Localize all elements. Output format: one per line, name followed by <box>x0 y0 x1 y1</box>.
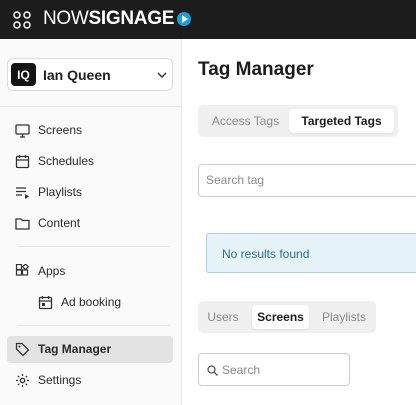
sidebar-item-label: Apps <box>38 264 66 278</box>
entity-tabs: Users Screens Playlists <box>198 301 376 333</box>
sidebar-item-label: Screens <box>38 123 83 137</box>
logo[interactable]: NOWSIGNAGE <box>43 8 192 29</box>
play-icon <box>177 12 192 26</box>
top-bar: NOWSIGNAGE <box>0 0 416 39</box>
search-tag-field[interactable] <box>198 164 416 197</box>
sidebar-item-label: Tag Manager <box>38 342 112 356</box>
sidebar: IQ Ian Queen Screens Schedules Playlists… <box>0 39 182 405</box>
tab-access-tags[interactable]: Access Tags <box>202 109 289 133</box>
avatar: IQ <box>11 63 36 86</box>
sidebar-item-label: Ad booking <box>61 295 122 309</box>
monitor-icon <box>15 124 30 138</box>
search-input[interactable] <box>222 363 342 377</box>
sidebar-item-label: Settings <box>38 373 82 387</box>
chevron-down-icon <box>157 72 167 78</box>
sidebar-divider <box>0 106 182 107</box>
search-icon <box>207 365 218 376</box>
sidebar-divider <box>18 325 170 326</box>
gear-icon <box>16 374 29 387</box>
sidebar-item-screens[interactable]: Screens <box>7 117 173 144</box>
sidebar-divider <box>18 246 170 247</box>
sidebar-item-label: Playlists <box>38 185 83 199</box>
page-title: Tag Manager <box>198 59 314 80</box>
folder-icon <box>15 218 30 230</box>
logo-text-bold: SIGNAGE <box>88 8 175 29</box>
sidebar-item-apps[interactable]: Apps <box>7 258 173 285</box>
sidebar-item-label: Content <box>38 216 81 230</box>
calendar-icon <box>38 296 53 310</box>
sidebar-item-settings[interactable]: Settings <box>7 367 173 394</box>
no-results-text: No results found <box>222 247 310 261</box>
tab-targeted-tags[interactable]: Targeted Tags <box>289 109 394 133</box>
sidebar-item-label: Schedules <box>38 154 95 168</box>
sidebar-item-playlists[interactable]: Playlists <box>7 179 173 206</box>
logo-text-light: NOW <box>43 8 89 29</box>
sidebar-item-tag-manager[interactable]: Tag Manager <box>7 336 173 363</box>
search-tag-input[interactable] <box>206 173 406 187</box>
tag-icon <box>15 342 30 357</box>
apps-icon <box>15 264 30 276</box>
playlist-icon <box>16 187 29 199</box>
tab-screens[interactable]: Screens <box>252 305 309 329</box>
grid-icon[interactable] <box>13 11 31 29</box>
no-results-alert: No results found <box>206 233 416 273</box>
tag-type-tabs: Access Tags Targeted Tags <box>198 105 398 137</box>
user-name: Ian Queen <box>43 67 111 83</box>
user-switcher[interactable]: IQ Ian Queen <box>7 58 173 91</box>
tab-playlists[interactable]: Playlists <box>316 305 372 329</box>
tab-users[interactable]: Users <box>202 305 244 329</box>
search-field[interactable] <box>198 353 350 386</box>
calendar-icon <box>15 155 30 169</box>
sidebar-item-schedules[interactable]: Schedules <box>7 148 173 175</box>
sidebar-item-ad-booking[interactable]: Ad booking <box>7 289 173 316</box>
main-content: Tag Manager Access Tags Targeted Tags No… <box>183 39 416 405</box>
sidebar-item-content[interactable]: Content <box>7 210 173 237</box>
